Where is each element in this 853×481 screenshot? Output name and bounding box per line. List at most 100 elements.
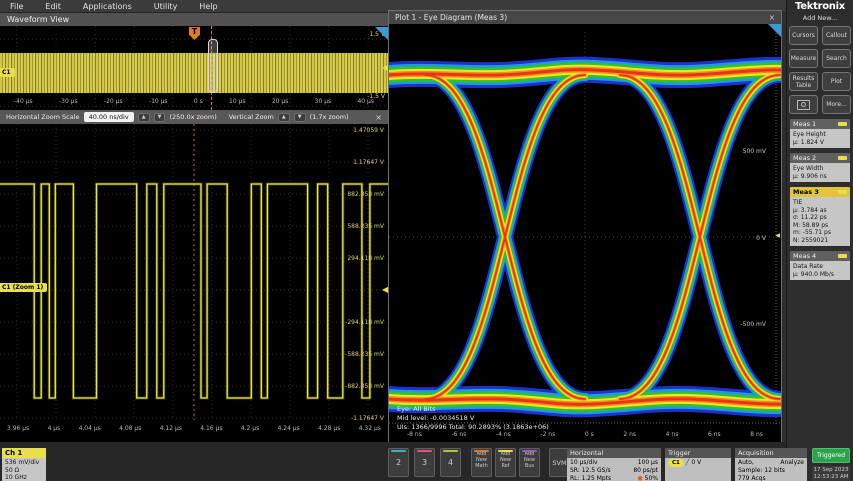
add-new-ref-button[interactable]: Add New Ref (495, 448, 516, 477)
measurement-badge-header[interactable]: Meas 3 (790, 187, 850, 197)
search-button[interactable]: Search (822, 49, 851, 68)
measurement-badge-body: Eye Widthµ: 9.906 ns (790, 163, 850, 182)
results-table-button[interactable]: Results Table (789, 72, 818, 91)
ch1-handle[interactable]: C1 (0, 68, 15, 77)
eye-volt-label: -500 mV (741, 321, 766, 328)
measurement-badge-meas-4[interactable]: Meas 4Data Rateµ: 940.0 Mb/s (790, 251, 850, 280)
menu-item-utility[interactable]: Utility (154, 2, 178, 11)
zoom-volt-label: 882.353 mV (347, 191, 384, 198)
trigger-panel[interactable]: Trigger C1 ╱ 0 V (665, 448, 731, 481)
acquisition-panel[interactable]: Acquisition Auto, Analyze Sample: 12 bit… (735, 448, 807, 481)
measure-button[interactable]: Measure (789, 49, 818, 68)
overview-time-label: -10 µs (149, 98, 168, 105)
zoom-region-handle[interactable] (208, 39, 218, 93)
zoomed-waveform-canvas[interactable] (0, 124, 388, 422)
eye-diagram-canvas[interactable] (389, 24, 781, 431)
overview-time-label: 30 µs (315, 98, 332, 105)
measurement-badge-header[interactable]: Meas 4 (790, 251, 850, 261)
channel-color-stripe (417, 450, 432, 452)
horizontal-setting-row: 10 µs/div 100 µs (570, 459, 658, 467)
h-zoom-scale-value[interactable]: 40.00 ns/div (84, 112, 134, 122)
add-new-math-button[interactable]: Add New Math (471, 448, 492, 477)
right-sidebar: Tektronix Add New... CursorsCalloutMeasu… (786, 0, 853, 481)
v-zoom-decrease-button[interactable]: ▼ (294, 113, 306, 122)
channel-4-button[interactable]: 4 (440, 448, 461, 477)
eye-time-label: -4 ns (496, 431, 511, 438)
datetime-line: 12:53:23 AM (812, 474, 850, 481)
trigger-panel-body: C1 ╱ 0 V (665, 458, 731, 481)
h-zoom-scale-label: Horizontal Zoom Scale (6, 113, 80, 121)
add-new-button-label: Add New Ref (496, 451, 515, 469)
position-bullet-icon: ● (638, 475, 643, 481)
measurement-badge-meas-2[interactable]: Meas 2Eye Widthµ: 9.906 ns (790, 153, 850, 182)
horizontal-setting: 80 ps/pt (633, 467, 658, 475)
zoom-close-icon[interactable]: × (375, 113, 382, 122)
zoom-volt-label: 1.17647 V (353, 159, 384, 166)
measurement-value: N: 2559021 (793, 237, 847, 245)
ch1-badge-header[interactable]: Ch 1 (2, 448, 46, 458)
add-new-button-label: Add New Bus (520, 451, 539, 469)
eye-time-label: -6 ns (451, 431, 466, 438)
menu-item-applications[interactable]: Applications (83, 2, 132, 11)
ch1-setting: 10 GHz (5, 474, 43, 481)
measurement-badge-meas-3[interactable]: Meas 3TIEµ: 3.784 asσ: 11.22 psM: 58.89 … (790, 187, 850, 246)
eye-annotation-line: Eye: All Bits (397, 405, 549, 414)
ch1-setting: 50 Ω (5, 467, 43, 475)
channel-3-button[interactable]: 3 (414, 448, 435, 477)
horizontal-setting: 100 µs (638, 459, 658, 467)
ch1-badge[interactable]: Ch 1 536 mV/div50 Ω10 GHz (2, 448, 46, 481)
measurement-badge-header[interactable]: Meas 2 (790, 153, 850, 163)
zoom-time-label: 4.04 µs (79, 425, 101, 432)
horizontal-panel-body: 10 µs/div100 µsSR: 12.5 GS/s80 ps/ptRL: … (567, 458, 661, 481)
trigger-source-badge[interactable]: C1 (668, 459, 684, 467)
h-zoom-increase-button[interactable]: ▲ (138, 113, 150, 122)
eye-time-label: -2 ns (540, 431, 555, 438)
eye-time-label: 4 ns (666, 431, 679, 438)
eye-window-titlebar[interactable]: Plot 1 - Eye Diagram (Meas 3) × (389, 11, 781, 24)
ch1-badge-body: 536 mV/div50 Ω10 GHz (2, 458, 46, 481)
ch1-zoom-handle[interactable]: C1 (Zoom 1) (0, 283, 47, 292)
eye-time-label: -8 ns (407, 431, 422, 438)
channel-2-button[interactable]: 2 (388, 448, 409, 477)
more-button[interactable]: More... (822, 95, 851, 114)
channel-button-group: 234 (388, 448, 461, 477)
measurement-badge-meas-1[interactable]: Meas 1Eye Heightµ: 1.824 V (790, 119, 850, 148)
run-status-button[interactable]: Triggered (812, 448, 850, 463)
menu-item-help[interactable]: Help (199, 2, 217, 11)
menu-item-file[interactable]: File (10, 2, 23, 11)
add-new-bus-button[interactable]: Add New Bus (519, 448, 540, 477)
screen-capture-button[interactable] (789, 95, 818, 114)
zoom-volt-label: -1.17647 V (351, 415, 384, 422)
acq-sample: Sample: 12 bits (738, 467, 804, 475)
resize-handle-icon[interactable] (375, 27, 388, 40)
callout-button[interactable]: Callout (822, 26, 851, 45)
close-icon[interactable]: × (769, 11, 781, 24)
zoom-time-label: 4 µs (48, 425, 61, 432)
measurement-badge-header[interactable]: Meas 1 (790, 119, 850, 129)
menu-item-edit[interactable]: Edit (45, 2, 61, 11)
measurement-value: µ: 3.784 as (793, 207, 847, 215)
horizontal-setting: 10 µs/div (570, 459, 598, 467)
acq-count: 779 Acqs (738, 475, 804, 481)
ch1-waveform-band (0, 53, 388, 93)
waveform-overview[interactable]: T C1 1.5 V -1.5 V ◀ -40 µs-30 µs-20 µs-1… (0, 26, 388, 110)
zoom-scale-bar: Horizontal Zoom Scale 40.00 ns/div ▲ ▼ (… (0, 110, 388, 124)
zoomed-waveform-view[interactable]: C1 (Zoom 1) ◀ 3.96 µs4 µs4.04 µs4.08 µs4… (0, 124, 388, 442)
bottom-bar: Ch 1 536 mV/div50 Ω10 GHz 234 Add New Ma… (0, 442, 786, 481)
camera-icon (797, 100, 810, 110)
eye-diagram-window[interactable]: Plot 1 - Eye Diagram (Meas 3) × ◀ 500 mV… (388, 10, 782, 445)
channel-color-chip (838, 254, 847, 258)
cursors-button[interactable]: Cursors (789, 26, 818, 45)
add-new-color-stripe (474, 450, 489, 452)
v-zoom-increase-button[interactable]: ▲ (278, 113, 290, 122)
zoom-volt-label: -588.235 mV (345, 351, 384, 358)
horizontal-setting: ● 50% (638, 475, 659, 481)
eye-time-axis: -8 ns-6 ns-4 ns-2 ns0 s2 ns4 ns6 ns8 ns (389, 431, 781, 438)
acq-analyze: Analyze (780, 459, 804, 467)
resize-handle-icon[interactable] (768, 24, 781, 37)
horizontal-panel[interactable]: Horizontal 10 µs/div100 µsSR: 12.5 GS/s8… (567, 448, 661, 481)
eye-zero-marker-icon: ◀ (775, 232, 780, 240)
plot-button[interactable]: Plot (822, 72, 851, 91)
h-zoom-decrease-button[interactable]: ▼ (154, 113, 166, 122)
measurement-name: Eye Height (793, 131, 847, 139)
